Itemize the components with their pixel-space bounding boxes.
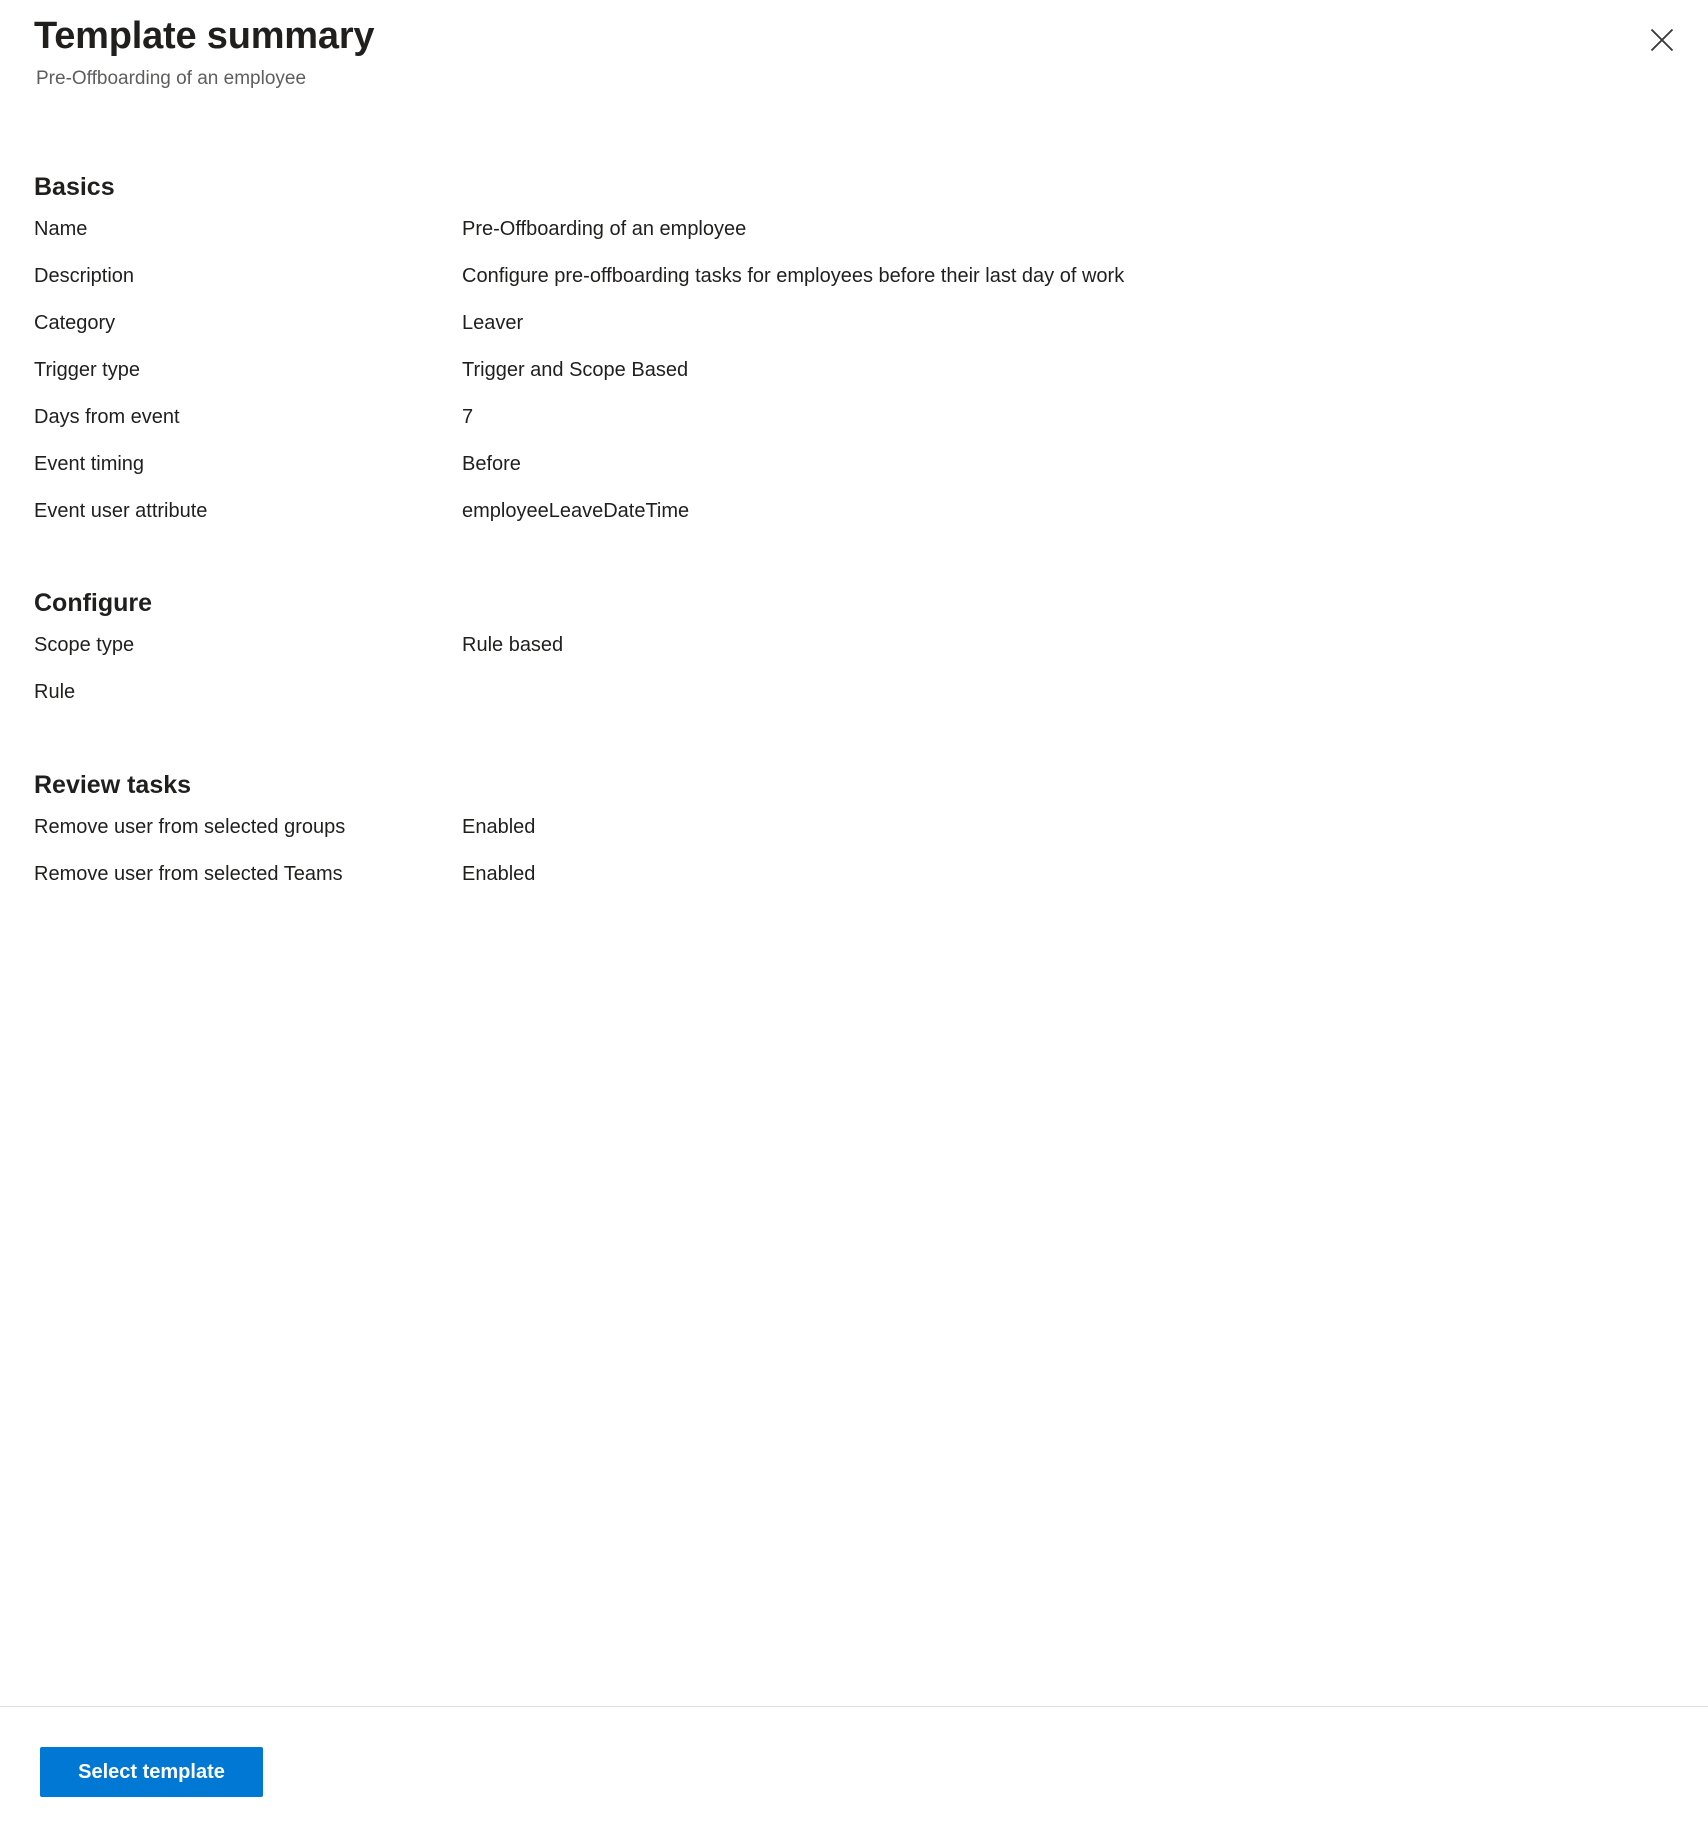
panel-footer: Select template — [0, 1706, 1708, 1836]
panel-header: Template summary Pre-Offboarding of an e… — [0, 0, 1708, 120]
detail-label: Name — [34, 218, 88, 240]
section-basics: Basics Name Pre-Offboarding of an employ… — [34, 120, 1672, 545]
detail-value: Leaver — [462, 312, 524, 334]
detail-row-rule: Rule — [34, 679, 1672, 726]
detail-value: 7 — [462, 406, 474, 428]
detail-value: Before — [462, 453, 521, 475]
detail-value: Trigger and Scope Based — [462, 359, 689, 381]
detail-value: Rule based — [462, 634, 564, 656]
detail-label: Event timing — [34, 453, 145, 475]
detail-label: Event user attribute — [34, 500, 208, 522]
detail-row-event-timing: Event timing Before — [34, 451, 1672, 498]
detail-value: employeeLeaveDateTime — [462, 500, 690, 522]
section-heading-review-tasks: Review tasks — [34, 771, 192, 799]
review-tasks-list: Remove user from selected groups Enabled… — [34, 814, 1672, 908]
detail-row-trigger-type: Trigger type Trigger and Scope Based — [34, 357, 1672, 404]
task-row-remove-user-from-groups: Remove user from selected groups Enabled — [34, 814, 1672, 861]
detail-row-description: Description Configure pre-offboarding ta… — [34, 263, 1672, 310]
select-template-button[interactable]: Select template — [40, 1747, 263, 1797]
detail-label: Trigger type — [34, 359, 140, 381]
section-heading-basics: Basics — [34, 173, 115, 201]
task-row-remove-user-from-teams: Remove user from selected Teams Enabled — [34, 861, 1672, 908]
detail-label: Category — [34, 312, 116, 334]
detail-row-name: Name Pre-Offboarding of an employee — [34, 216, 1672, 263]
detail-label: Description — [34, 265, 135, 287]
task-label: Remove user from selected groups — [34, 816, 346, 838]
section-configure: Configure Scope type Rule based Rule — [34, 545, 1672, 726]
basics-detail-list: Name Pre-Offboarding of an employee Desc… — [34, 216, 1672, 545]
close-button[interactable] — [1636, 14, 1688, 66]
detail-row-event-user-attribute: Event user attribute employeeLeaveDateTi… — [34, 498, 1672, 545]
detail-label: Days from event — [34, 406, 180, 428]
detail-row-days-from-event: Days from event 7 — [34, 404, 1672, 451]
section-heading-configure: Configure — [34, 589, 153, 617]
detail-label: Rule — [34, 681, 76, 703]
detail-row-category: Category Leaver — [34, 310, 1672, 357]
page-title: Template summary — [34, 15, 375, 57]
configure-detail-list: Scope type Rule based Rule — [34, 632, 1672, 726]
detail-label: Scope type — [34, 634, 135, 656]
task-status: Enabled — [462, 816, 536, 838]
detail-value: Configure pre-offboarding tasks for empl… — [462, 265, 1125, 287]
detail-row-scope-type: Scope type Rule based — [34, 632, 1672, 679]
task-label: Remove user from selected Teams — [34, 863, 343, 885]
section-review-tasks: Review tasks Remove user from selected g… — [34, 726, 1672, 908]
panel-body: Basics Name Pre-Offboarding of an employ… — [0, 120, 1708, 1706]
detail-value: Pre-Offboarding of an employee — [462, 218, 747, 240]
page-subtitle: Pre-Offboarding of an employee — [36, 67, 307, 89]
close-icon — [1649, 27, 1675, 53]
task-status: Enabled — [462, 863, 536, 885]
